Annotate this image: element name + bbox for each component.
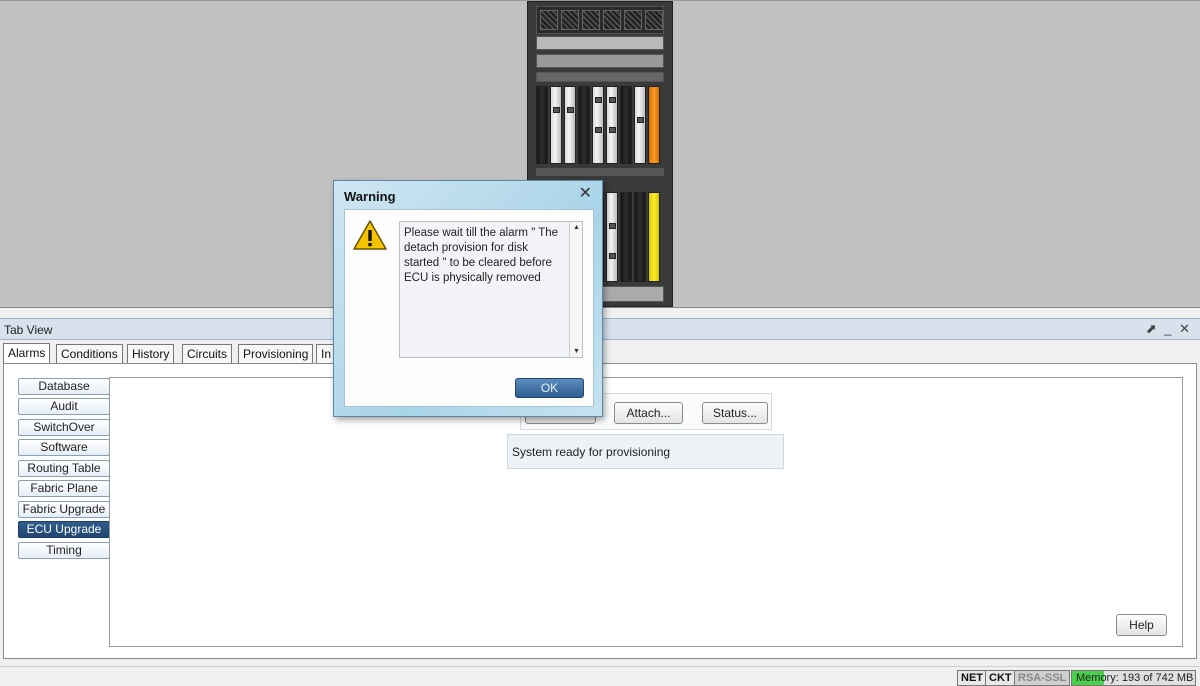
scroll-down-icon[interactable]: ▼ bbox=[573, 348, 580, 355]
card-slot-7[interactable] bbox=[620, 86, 632, 164]
ok-button[interactable]: OK bbox=[515, 378, 584, 398]
fan bbox=[624, 10, 642, 30]
attach-button[interactable]: Attach... bbox=[614, 402, 683, 424]
card-slot-6[interactable] bbox=[606, 86, 618, 164]
window-controls-icon[interactable]: ⬈ _ ✕ bbox=[1146, 321, 1192, 337]
subnav-audit[interactable]: Audit bbox=[18, 398, 110, 415]
help-button[interactable]: Help bbox=[1116, 614, 1167, 636]
tab-circuits[interactable]: Circuits bbox=[182, 344, 233, 363]
status-message: System ready for provisioning bbox=[507, 434, 784, 469]
card-slot-8[interactable] bbox=[634, 86, 646, 164]
subnav-fabric-plane[interactable]: Fabric Plane bbox=[18, 480, 110, 497]
dialog-body: Please wait till the alarm " The detach … bbox=[344, 209, 594, 407]
cable-tray bbox=[536, 72, 664, 82]
close-icon[interactable]: ✕ bbox=[579, 186, 592, 202]
fan bbox=[582, 10, 600, 30]
card-slot-5[interactable] bbox=[592, 86, 604, 164]
card-slot-3[interactable] bbox=[564, 86, 576, 164]
shelf-divider bbox=[536, 168, 664, 176]
status-bar: NET CKT RSA-SSL Memory: 193 of 742 MB bbox=[0, 666, 1200, 686]
card-slot-15[interactable] bbox=[606, 192, 618, 282]
fan bbox=[540, 10, 558, 30]
net-indicator: NET bbox=[957, 670, 987, 686]
tab-provisioning[interactable]: Provisioning bbox=[238, 344, 314, 363]
tab-view-title: Tab View bbox=[4, 323, 53, 337]
message-scrollbar[interactable]: ▲ ▼ bbox=[569, 222, 582, 357]
status-button[interactable]: Status... bbox=[702, 402, 768, 424]
card-slot-2[interactable] bbox=[550, 86, 562, 164]
subnav-database[interactable]: Database bbox=[18, 378, 110, 395]
power-module[interactable] bbox=[536, 54, 664, 68]
card-slot-16[interactable] bbox=[620, 192, 632, 282]
tab-history[interactable]: History bbox=[127, 344, 175, 363]
subnav-switchover[interactable]: SwitchOver bbox=[18, 419, 110, 436]
ckt-indicator: CKT bbox=[985, 670, 1016, 686]
subnav-ecu-upgrade[interactable]: ECU Upgrade bbox=[18, 521, 110, 538]
card-slot-1[interactable] bbox=[536, 86, 548, 164]
warning-icon bbox=[353, 220, 387, 250]
subnav-software[interactable]: Software bbox=[18, 439, 110, 456]
message-box: Please wait till the alarm " The detach … bbox=[399, 221, 583, 358]
ecu-module[interactable] bbox=[536, 36, 664, 50]
subnav-fabric-upgrade[interactable]: Fabric Upgrade bbox=[18, 501, 110, 518]
warning-message: Please wait till the alarm " The detach … bbox=[404, 227, 559, 284]
tab-alarms[interactable]: Alarms bbox=[3, 343, 51, 364]
dialog-title: Warning bbox=[344, 189, 396, 204]
rsa-ssl-indicator: RSA-SSL bbox=[1014, 670, 1071, 686]
fan bbox=[603, 10, 621, 30]
fan bbox=[645, 10, 663, 30]
tab-conditions[interactable]: Conditions bbox=[56, 344, 123, 363]
scroll-up-icon[interactable]: ▲ bbox=[573, 224, 580, 231]
card-slot-18[interactable] bbox=[648, 192, 660, 282]
fan-tray[interactable] bbox=[536, 6, 664, 34]
memory-indicator: Memory: 193 of 742 MB bbox=[1071, 670, 1196, 686]
subnav-routing-table[interactable]: Routing Table bbox=[18, 460, 110, 477]
memory-text: Memory: 193 of 742 MB bbox=[1076, 672, 1194, 684]
subnav-timing[interactable]: Timing bbox=[18, 542, 110, 559]
card-slot-4[interactable] bbox=[578, 86, 590, 164]
card-slot-9[interactable] bbox=[648, 86, 660, 164]
card-slot-17[interactable] bbox=[634, 192, 646, 282]
fan bbox=[561, 10, 579, 30]
warning-dialog: Warning ✕ Please wait till the alarm " T… bbox=[333, 180, 603, 417]
